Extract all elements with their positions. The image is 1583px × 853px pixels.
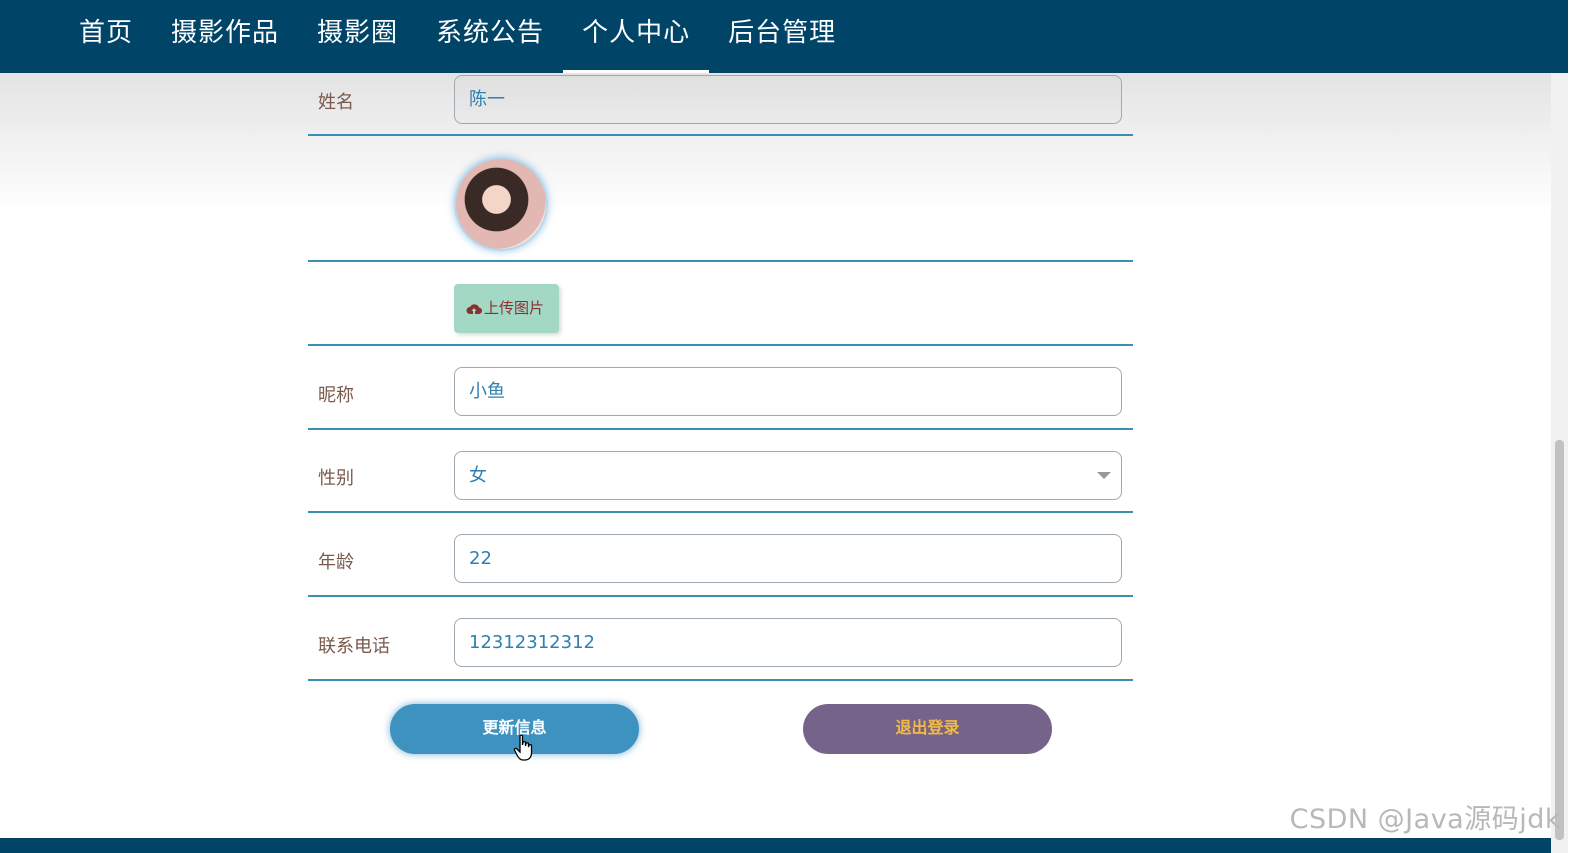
form-row-gender: 性别 女 (308, 430, 1133, 513)
form-row-age: 年龄 22 (308, 513, 1133, 597)
nickname-field[interactable]: 小鱼 (454, 367, 1122, 416)
profile-form: 姓名 陈一 上传图片 昵称 小鱼 性别 女 年龄 22 联系电话 1231231… (308, 73, 1133, 681)
age-label: 年龄 (318, 552, 354, 573)
logout-button[interactable]: 退出登录 (803, 704, 1052, 754)
scrollbar-thumb[interactable] (1555, 440, 1564, 840)
nav-item-announcements[interactable]: 系统公告 (417, 0, 563, 73)
cloud-upload-icon (466, 304, 482, 315)
phone-field[interactable]: 12312312312 (454, 618, 1122, 667)
form-row-avatar (308, 136, 1133, 262)
upload-image-button[interactable]: 上传图片 (454, 284, 559, 333)
form-row-phone: 联系电话 12312312312 (308, 597, 1133, 681)
name-field[interactable]: 陈一 (454, 75, 1122, 124)
name-label: 姓名 (318, 92, 354, 113)
nav-item-photography-works[interactable]: 摄影作品 (152, 0, 298, 73)
gender-select[interactable]: 女 (454, 451, 1122, 500)
nav-item-personal-center[interactable]: 个人中心 (563, 0, 710, 73)
footer-bar (0, 838, 1551, 853)
upload-label: 上传图片 (484, 299, 545, 317)
vertical-scrollbar[interactable] (1551, 0, 1568, 853)
age-field[interactable]: 22 (454, 534, 1122, 583)
top-navigation-bar: 首页 摄影作品 摄影圈 系统公告 个人中心 后台管理 (0, 0, 1568, 73)
gender-label: 性别 (318, 468, 354, 489)
nav-item-photography-circle[interactable]: 摄影圈 (298, 0, 417, 73)
watermark: CSDN @Java源码jdk (1289, 804, 1561, 835)
main-nav: 首页 摄影作品 摄影圈 系统公告 个人中心 后台管理 (60, 0, 855, 73)
gender-selected-value: 女 (469, 465, 487, 486)
form-row-nickname: 昵称 小鱼 (308, 346, 1133, 430)
form-row-name: 姓名 陈一 (308, 73, 1133, 136)
chevron-down-icon (1097, 472, 1111, 479)
phone-label: 联系电话 (318, 636, 390, 657)
nav-item-home[interactable]: 首页 (60, 0, 152, 73)
nav-item-admin[interactable]: 后台管理 (709, 0, 855, 73)
form-row-upload: 上传图片 (308, 262, 1133, 346)
avatar (454, 157, 548, 251)
hand-cursor-icon (513, 734, 533, 761)
nickname-label: 昵称 (318, 385, 354, 406)
